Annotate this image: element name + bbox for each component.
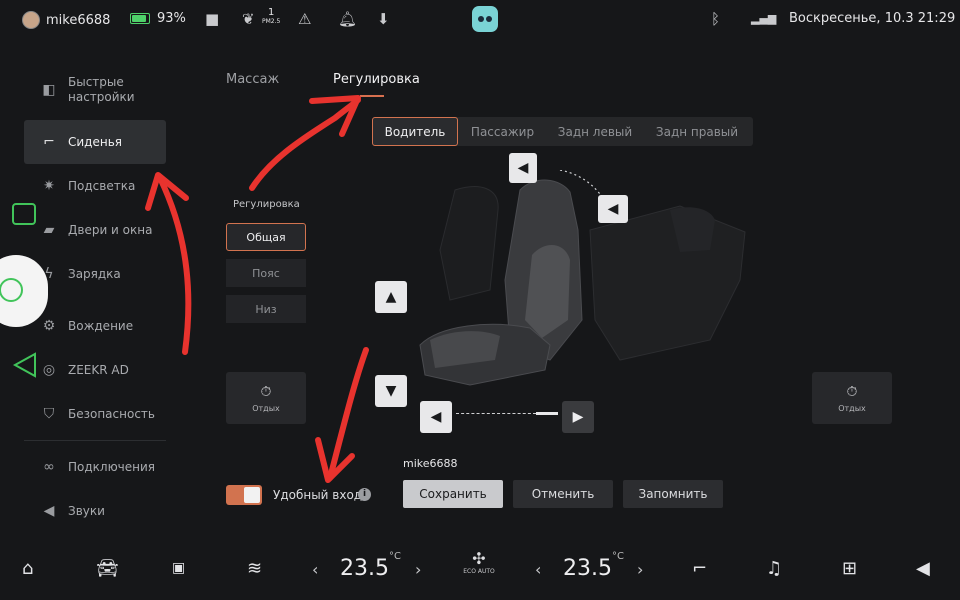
annotation-layer — [12, 95, 369, 483]
annotation-arrow-tab — [249, 97, 361, 191]
assistive-back-icon — [12, 352, 36, 378]
annotation-arrow-sidebar — [157, 175, 192, 355]
